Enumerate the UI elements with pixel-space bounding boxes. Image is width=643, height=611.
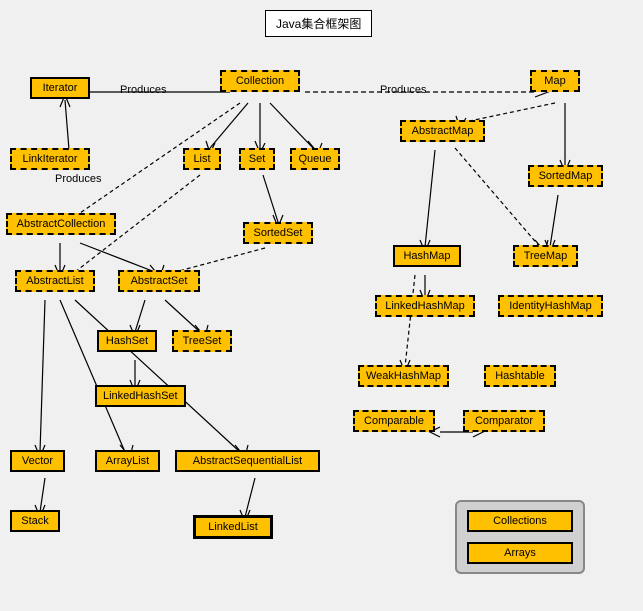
- node-hashset: HashSet: [97, 330, 157, 352]
- legend-collections: Collections: [467, 510, 573, 532]
- node-linkiterator: LinkIterator: [10, 148, 90, 170]
- node-abstractset: AbstractSet: [118, 270, 200, 292]
- node-abstractcollection: AbstractCollection: [6, 213, 116, 235]
- node-identityhashmap: IdentityHashMap: [498, 295, 603, 317]
- title-box: Java集合框架图: [265, 10, 372, 37]
- label-produces-1: Produces: [120, 84, 166, 96]
- label-produces-2: Produces: [380, 84, 426, 96]
- node-hashtable: Hashtable: [484, 365, 556, 387]
- label-produces-3: Produces: [55, 173, 101, 185]
- node-weakhashmap: WeakHashMap: [358, 365, 449, 387]
- diagram-container: Java集合框架图: [0, 0, 643, 611]
- node-arraylist: ArrayList: [95, 450, 160, 472]
- legend-arrays: Arrays: [467, 542, 573, 564]
- legend-box: Collections Arrays: [455, 500, 585, 574]
- node-comparator: Comparator: [463, 410, 545, 432]
- node-linkedlist: LinkedList: [193, 515, 273, 539]
- node-map: Map: [530, 70, 580, 92]
- node-queue: Queue: [290, 148, 340, 170]
- node-linkedhashmap: LinkedHashMap: [375, 295, 475, 317]
- node-collection: Collection: [220, 70, 300, 92]
- node-vector: Vector: [10, 450, 65, 472]
- node-stack: Stack: [10, 510, 60, 532]
- node-abstractmap: AbstractMap: [400, 120, 485, 142]
- node-hashmap: HashMap: [393, 245, 461, 267]
- node-abstractsequentiallist: AbstractSequentialList: [175, 450, 320, 472]
- node-abstractlist: AbstractList: [15, 270, 95, 292]
- title-text: Java集合框架图: [276, 17, 361, 31]
- node-linkedhashset: LinkedHashSet: [95, 385, 186, 407]
- node-iterator: Iterator: [30, 77, 90, 99]
- node-comparable: Comparable: [353, 410, 435, 432]
- node-sortedmap: SortedMap: [528, 165, 603, 187]
- node-treeset: TreeSet: [172, 330, 232, 352]
- node-treemap: TreeMap: [513, 245, 578, 267]
- node-set: Set: [239, 148, 275, 170]
- node-list: List: [183, 148, 221, 170]
- node-sortedset: SortedSet: [243, 222, 313, 244]
